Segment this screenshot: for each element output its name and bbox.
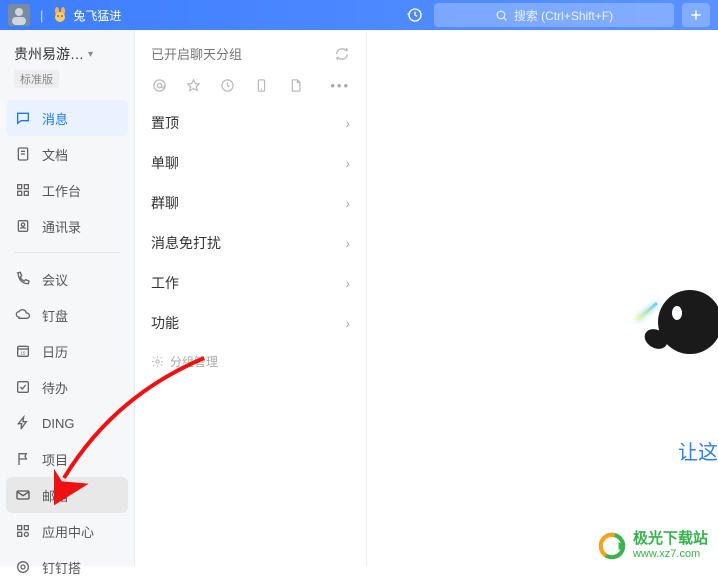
group-manage-button[interactable]: 分组管理 <box>135 343 366 380</box>
watermark: 极光下载站 www.xz7.com <box>599 531 708 560</box>
device-icon[interactable] <box>253 77 269 93</box>
org-tag: 标准版 <box>14 70 59 88</box>
message-icon <box>14 110 32 126</box>
chevron-right-icon: › <box>345 275 350 291</box>
apps-icon <box>14 182 32 198</box>
sidebar-item-label: DING <box>42 416 75 431</box>
sidebar-item-todo[interactable]: 待办 <box>0 369 134 405</box>
group-work[interactable]: 工作 › <box>135 263 366 303</box>
sidebar-item-label: 邮箱 <box>42 486 68 505</box>
sidebar-item-meeting[interactable]: 会议 <box>0 261 134 297</box>
group-pinned[interactable]: 置顶 › <box>135 103 366 143</box>
group-group-chat[interactable]: 群聊 › <box>135 183 366 223</box>
calendar-icon: 15 <box>14 343 32 359</box>
panel-header-label: 已开启聊天分组 <box>151 44 242 63</box>
refresh-icon[interactable] <box>334 46 350 62</box>
group-muted[interactable]: 消息免打扰 › <box>135 223 366 263</box>
sidebar-item-dingtalk-build[interactable]: 钉钉搭 <box>0 549 134 585</box>
build-icon <box>14 559 32 575</box>
search-input[interactable]: 搜索 (Ctrl+Shift+F) <box>434 3 674 27</box>
rabbit-icon <box>51 6 69 24</box>
sidebar-item-label: 会议 <box>42 270 68 289</box>
sidebar-item-drive[interactable]: 钉盘 <box>0 297 134 333</box>
title-bar: | 兔飞猛进 搜索 (Ctrl+Shift+F) <box>0 0 718 30</box>
chevron-right-icon: › <box>345 195 350 211</box>
sidebar-item-appcenter[interactable]: 应用中心 <box>0 513 134 549</box>
at-icon[interactable] <box>151 77 167 93</box>
sidebar-item-mailbox[interactable]: 邮箱 <box>6 477 128 513</box>
search-placeholder: 搜索 (Ctrl+Shift+F) <box>514 7 613 24</box>
sidebar-item-project[interactable]: 项目 <box>0 441 134 477</box>
sidebar-item-messages[interactable]: 消息 <box>6 100 128 136</box>
chevron-right-icon: › <box>345 155 350 171</box>
sidebar-item-label: 待办 <box>42 378 68 397</box>
cloud-icon <box>14 307 32 323</box>
contacts-icon <box>14 218 32 234</box>
group-function[interactable]: 功能 › <box>135 303 366 343</box>
welcome-text-partial: 让这 <box>678 436 718 465</box>
file-icon[interactable] <box>287 77 303 93</box>
sidebar-item-calendar[interactable]: 15 日历 <box>0 333 134 369</box>
filter-toolbar: ••• <box>135 71 366 103</box>
sidebar-item-workbench[interactable]: 工作台 <box>0 172 134 208</box>
mascot-illustration <box>648 270 718 370</box>
avatar[interactable] <box>8 4 30 26</box>
check-icon <box>14 379 32 395</box>
org-selector[interactable]: 贵州易游… ▾ <box>0 44 134 64</box>
group-manage-label: 分组管理 <box>170 353 218 370</box>
sidebar-item-label: 通讯录 <box>42 217 81 236</box>
sidebar-item-ding[interactable]: DING <box>0 405 134 441</box>
gear-icon <box>151 355 164 368</box>
sidebar-item-label: 钉钉搭 <box>42 558 81 577</box>
doc-icon <box>14 146 32 162</box>
phone-icon <box>14 271 32 287</box>
conversation-panel: 已开启聊天分组 ••• 置顶 › 单聊 › 群聊 › 消息免打扰 › <box>135 30 367 566</box>
mail-icon <box>14 487 32 503</box>
clock-icon[interactable] <box>219 77 235 93</box>
sidebar-item-label: 文档 <box>42 145 68 164</box>
watermark-url: www.xz7.com <box>633 548 708 560</box>
svg-text:15: 15 <box>20 350 26 355</box>
bolt-icon <box>14 415 32 431</box>
org-name-label: 贵州易游… <box>14 44 84 64</box>
app-title: 兔飞猛进 <box>73 7 121 24</box>
sidebar-item-label: 钉盘 <box>42 306 68 325</box>
content-panel: 让这 <box>367 30 718 566</box>
star-icon[interactable] <box>185 77 201 93</box>
group-label: 单聊 <box>151 153 179 173</box>
group-label: 消息免打扰 <box>151 233 221 253</box>
divider <box>14 252 120 253</box>
sidebar-item-label: 应用中心 <box>42 522 94 541</box>
more-icon[interactable]: ••• <box>330 78 350 93</box>
history-icon[interactable] <box>404 4 426 26</box>
chevron-right-icon: › <box>345 315 350 331</box>
watermark-logo-icon <box>599 532 627 560</box>
group-label: 置顶 <box>151 113 179 133</box>
group-label: 工作 <box>151 273 179 293</box>
group-label: 群聊 <box>151 193 179 213</box>
group-label: 功能 <box>151 313 179 333</box>
sidebar-item-docs[interactable]: 文档 <box>0 136 134 172</box>
chevron-right-icon: › <box>345 235 350 251</box>
grid-icon <box>14 523 32 539</box>
sidebar: 贵州易游… ▾ 标准版 消息 文档 工作台 通讯录 会议 钉盘 <box>0 30 135 566</box>
sidebar-item-contacts[interactable]: 通讯录 <box>0 208 134 244</box>
add-button[interactable] <box>682 3 710 27</box>
watermark-name: 极光下载站 <box>633 531 708 548</box>
caret-down-icon: ▾ <box>88 49 93 60</box>
sidebar-item-label: 项目 <box>42 450 68 469</box>
sidebar-item-label: 消息 <box>42 109 68 128</box>
group-single-chat[interactable]: 单聊 › <box>135 143 366 183</box>
sidebar-item-label: 工作台 <box>42 181 81 200</box>
divider: | <box>40 8 43 23</box>
sidebar-item-label: 日历 <box>42 342 68 361</box>
chevron-right-icon: › <box>345 115 350 131</box>
flag-icon <box>14 451 32 467</box>
